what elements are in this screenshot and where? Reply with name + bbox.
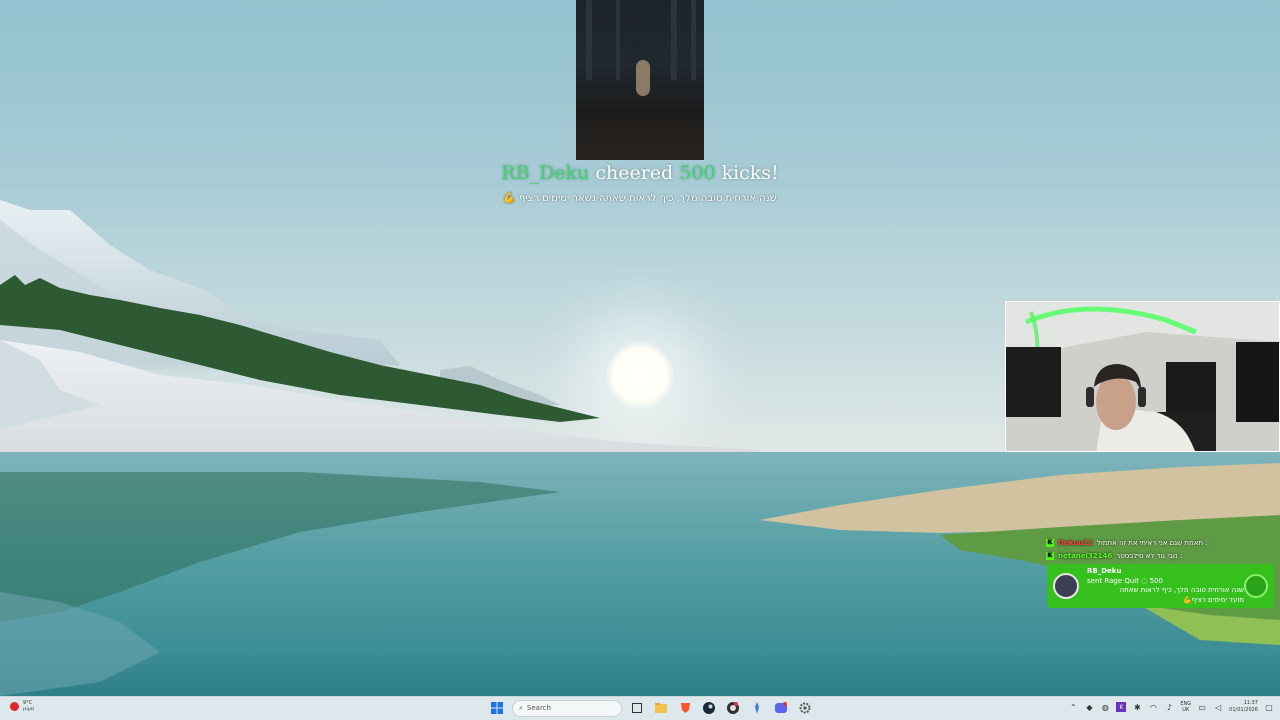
- windows-start-icon[interactable]: [488, 699, 506, 717]
- chat-username: Dekuu12: [1058, 538, 1093, 547]
- tree-trunk: [586, 0, 592, 80]
- chat-message: K Dekuu12 : תאמת שגם אני ראיתי את זה אתמ…: [1046, 536, 1226, 549]
- chat-text: : תאמת שגם אני ראיתי את זה אתמול: [1096, 538, 1208, 547]
- chat-overlay: K Dekuu12 : תאמת שגם אני ראיתי את זה אתמ…: [1046, 536, 1226, 562]
- chevron-up-icon[interactable]: ⌃: [1068, 702, 1078, 712]
- taskbar-apps: ⌕ Search: [488, 699, 814, 717]
- weather-condition: מעונן: [23, 706, 35, 712]
- alert-username: RB_Deku: [501, 162, 590, 184]
- display-icon[interactable]: ▭: [1197, 702, 1207, 712]
- wifi-icon[interactable]: ◠: [1148, 702, 1158, 712]
- alert-video: [576, 0, 704, 160]
- gift-action: sent Rage Quit: [1087, 576, 1139, 585]
- taskbar: 9°C מעונן ⌕ Search ⌃ ◆ ◍ K ✱ ◠ ♪ ENG UK …: [0, 696, 1280, 720]
- gift-message-line2: מועד ימימים רציף💪: [1182, 595, 1244, 604]
- tree-trunk: [691, 0, 696, 80]
- gift-action-line: sent Rage Quit ◌ 500: [1087, 577, 1244, 587]
- brave-browser-icon[interactable]: [676, 699, 694, 717]
- weather-text: 9°C מעונן: [23, 700, 34, 712]
- settings-icon[interactable]: [796, 699, 814, 717]
- keyboard-layout: UK: [1182, 707, 1190, 713]
- snowy-mountains: [0, 200, 760, 455]
- sparkle-icon[interactable]: [748, 699, 766, 717]
- lake-reflection: [0, 472, 560, 696]
- app-tray-icon[interactable]: ◆: [1084, 702, 1094, 712]
- notifications-icon[interactable]: ▢: [1264, 702, 1274, 712]
- gift-message-line1: שנה אורחית טובה מלך, כיף לראות שאתה: [1119, 586, 1244, 594]
- clock-time: 11:37: [1243, 700, 1258, 706]
- avatar: [1053, 573, 1079, 599]
- alert-cheered-text: cheered: [595, 162, 674, 184]
- gift-card: RB_Deku sent Rage Quit ◌ 500 שנה אורחית …: [1047, 564, 1274, 608]
- file-explorer-icon[interactable]: [652, 699, 670, 717]
- webcam-image: [1006, 302, 1279, 451]
- alert-kicks-text: kicks!: [721, 162, 779, 184]
- language-indicator[interactable]: ENG UK: [1180, 701, 1191, 713]
- tree-trunk: [616, 0, 620, 80]
- tree-trunk: [671, 0, 677, 80]
- chat-message: K netanel32146 : נובי גוד לא סילבסטר: [1046, 549, 1226, 562]
- kicks-coin-icon: ◌: [1141, 576, 1148, 585]
- gift-username: RB_Deku: [1087, 567, 1122, 575]
- obs-icon[interactable]: [724, 699, 742, 717]
- kick-badge-icon: K: [1046, 538, 1054, 547]
- discord-icon[interactable]: [772, 699, 790, 717]
- network-tray-icon[interactable]: ◍: [1100, 702, 1110, 712]
- gift-amount: 500: [1149, 576, 1163, 585]
- clock[interactable]: 11:37 01/01/2026: [1229, 700, 1258, 714]
- kick-badge-icon: K: [1046, 551, 1054, 560]
- alert-title: RB_Deku cheered 500 kicks!: [0, 162, 1280, 184]
- steam-icon[interactable]: [700, 699, 718, 717]
- weather-widget[interactable]: 9°C מעונן: [10, 700, 34, 712]
- task-view-icon[interactable]: [628, 699, 646, 717]
- search-placeholder: Search: [526, 704, 551, 712]
- weather-badge-icon: [10, 701, 19, 711]
- bluetooth-icon[interactable]: ✱: [1132, 702, 1142, 712]
- alert-message: שנה אורחית טובה מלך, כיף לראות שאתה נשאר…: [503, 193, 777, 204]
- webcam-feed: [1005, 301, 1280, 452]
- gift-text: RB_Deku sent Rage Quit ◌ 500 שנה אורחית …: [1087, 567, 1244, 605]
- tray-app-icon[interactable]: K: [1116, 702, 1127, 712]
- search-box[interactable]: ⌕ Search: [512, 699, 622, 717]
- chat-text: : נובי גוד לא סילבסטר: [1116, 551, 1183, 560]
- microphone-icon[interactable]: ♪: [1164, 702, 1174, 712]
- rage-quit-icon: [1244, 574, 1268, 598]
- volume-icon[interactable]: ◁: [1213, 702, 1223, 712]
- system-tray: ⌃ ◆ ◍ K ✱ ◠ ♪ ENG UK ▭ ◁ 11:37 01/01/202…: [1068, 700, 1274, 714]
- chat-username: netanel32146: [1058, 551, 1113, 560]
- search-icon: ⌕: [519, 703, 523, 712]
- dog: [636, 60, 650, 96]
- clock-date: 01/01/2026: [1229, 707, 1258, 713]
- alert-amount: 500: [679, 162, 716, 184]
